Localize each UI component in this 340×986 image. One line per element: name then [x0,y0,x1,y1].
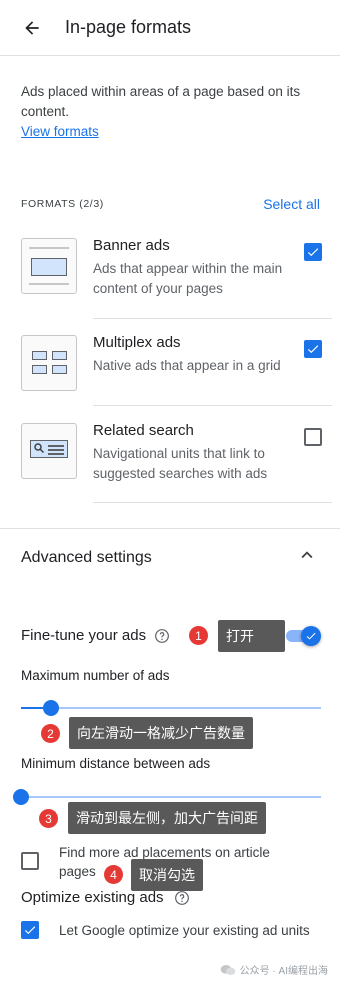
format-title: Related search [93,422,194,439]
annotation-badge: 3 [39,809,58,828]
max-ads-label: Maximum number of ads [21,668,170,683]
find-more-checkbox[interactable] [21,852,39,870]
slider-track [21,707,321,709]
divider [93,502,332,503]
select-all-button[interactable]: Select all [263,196,320,212]
watermark: 公众号 · AI编程出海 [220,962,328,977]
format-title: Banner ads [93,237,170,254]
optimize-checkbox[interactable] [21,921,39,939]
intro-description: Ads placed within areas of a page based … [21,84,301,119]
max-ads-slider[interactable] [21,700,321,716]
fine-tune-label: Fine-tune your ads [21,627,147,644]
slider-thumb[interactable] [13,789,29,805]
related-search-checkbox[interactable] [304,428,322,446]
page-title: In-page formats [65,17,192,37]
wechat-icon [220,964,235,975]
formats-header: FORMATS (2/3) Select all [21,196,320,212]
chevron-up-icon[interactable] [296,544,318,571]
annotation-badge: 1 [189,626,208,645]
back-arrow-icon[interactable] [20,16,44,40]
slider-thumb[interactable] [43,700,59,716]
optimize-label: Let Google optimize your existing ad uni… [59,923,310,938]
optimize-row: Let Google optimize your existing ad uni… [21,921,310,940]
divider [93,318,332,319]
advanced-settings-title: Advanced settings [21,548,152,566]
watermark-text: 公众号 · AI编程出海 [239,966,328,977]
fine-tune-toggle[interactable] [284,626,321,646]
optimize-header: Optimize existing ads [21,889,190,906]
slider-track [21,796,321,798]
advanced-settings-header[interactable]: Advanced settings [21,544,318,571]
annotation-tooltip: 打开 [218,620,285,652]
multiplex-grid-thumbnail-icon [21,335,77,391]
related-search-thumbnail-icon [21,423,77,479]
annotation-tooltip: 取消勾选 [131,859,203,891]
format-description: Navigational units that link to suggeste… [93,446,268,481]
banner-thumbnail-icon [21,238,77,294]
divider [93,405,332,406]
formats-count: FORMATS (2/3) [21,198,104,210]
annotation-badge: 4 [104,865,123,884]
help-icon[interactable] [174,890,190,906]
banner-ads-checkbox[interactable] [304,243,322,261]
help-icon[interactable] [154,628,170,644]
format-description: Native ads that appear in a grid [93,358,281,373]
intro-section: Ads placed within areas of a page based … [0,56,340,142]
multiplex-ads-checkbox[interactable] [304,340,322,358]
annotation-tooltip: 滑动到最左侧，加大广告间距 [68,802,266,834]
toggle-thumb [301,626,321,646]
fine-tune-row: Fine-tune your ads [21,627,170,644]
optimize-title: Optimize existing ads [21,889,164,906]
annotation-tooltip: 向左滑动一格减少广告数量 [69,717,253,749]
min-distance-label: Minimum distance between ads [21,756,211,771]
section-divider [0,528,340,529]
format-item-banner: Banner ads Ads that appear within the ma… [21,237,332,296]
annotation-badge: 2 [41,724,60,743]
format-title: Multiplex ads [93,334,181,351]
format-item-related-search: Related search Navigational units that l… [21,422,332,481]
format-item-multiplex: Multiplex ads Native ads that appear in … [21,334,332,391]
format-description: Ads that appear within the main content … [93,261,283,296]
view-formats-link[interactable]: View formats [21,122,99,142]
app-header: In-page formats [0,0,340,56]
